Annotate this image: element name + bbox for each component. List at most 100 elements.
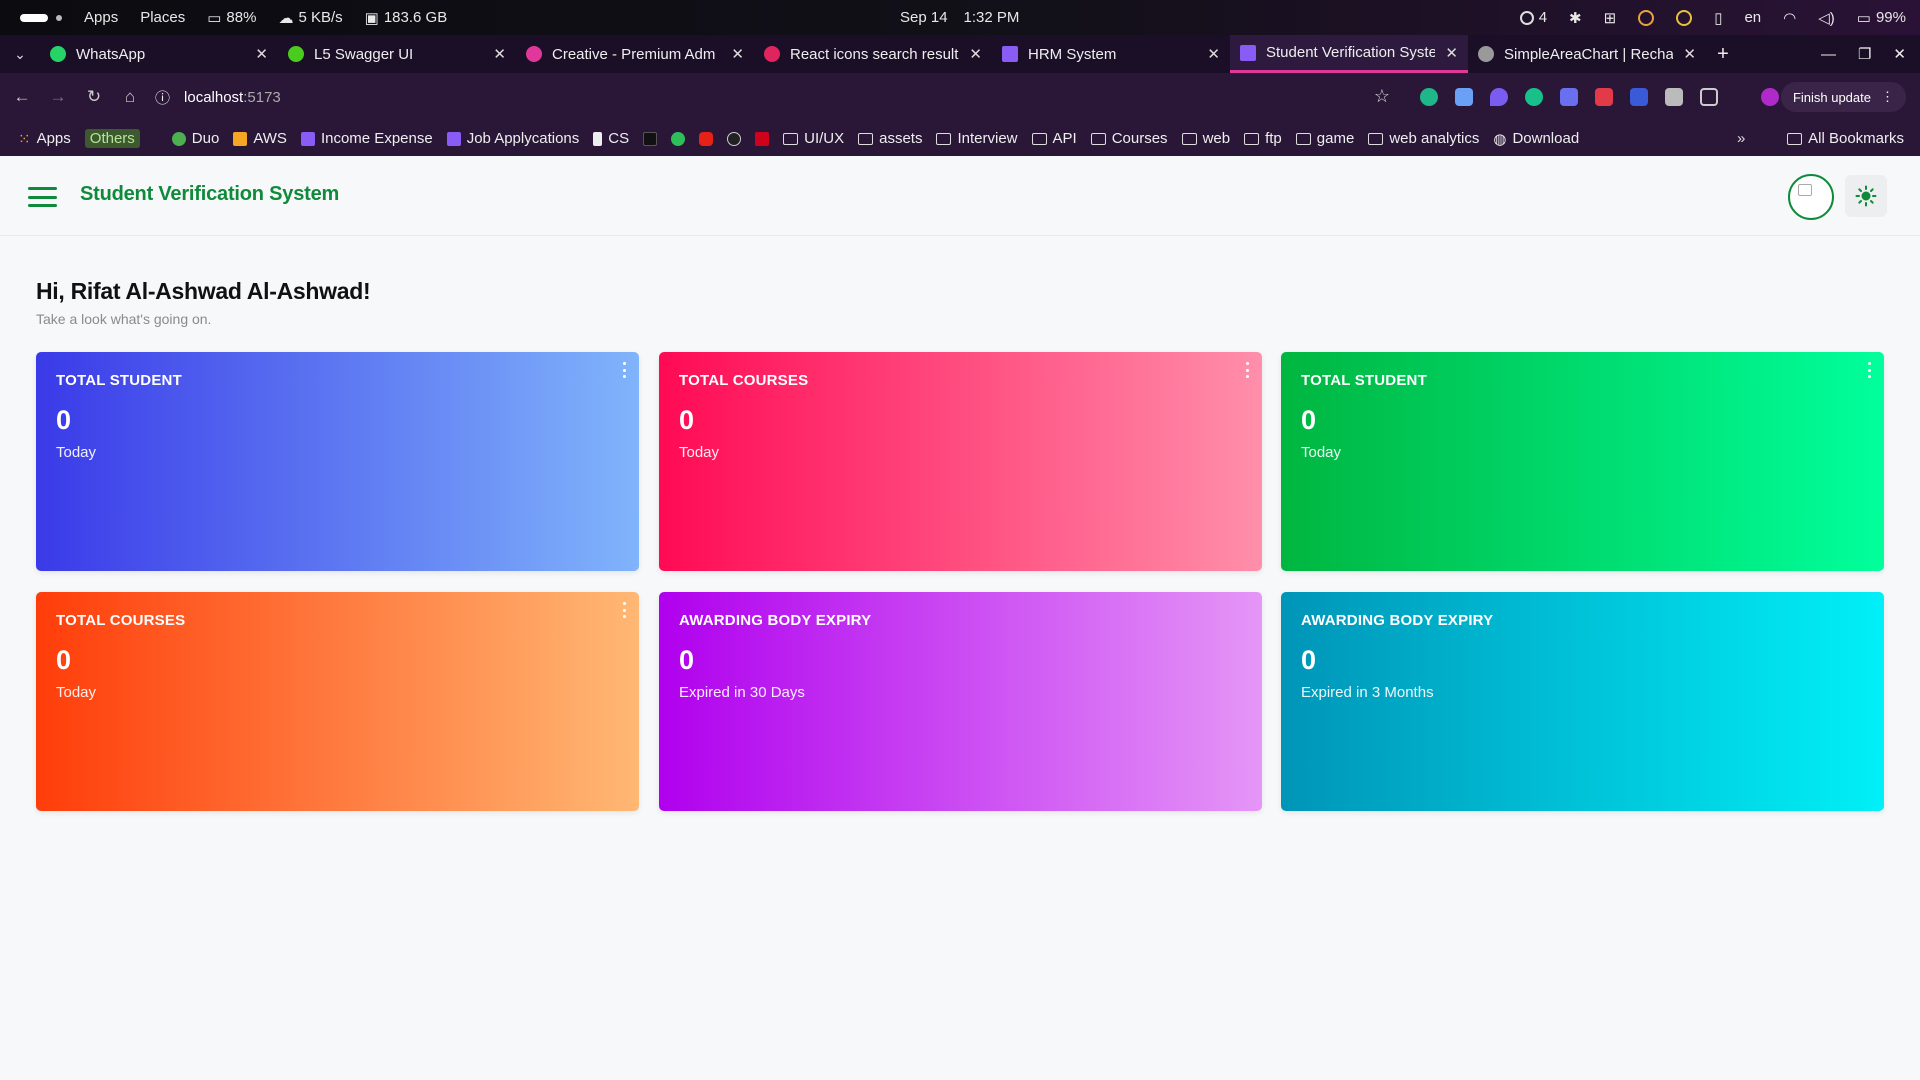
extension-icon[interactable] [1525, 88, 1543, 106]
extension-icon[interactable] [1420, 88, 1438, 106]
finish-update-button[interactable]: Finish update ⋮ [1780, 82, 1906, 112]
card-menu-icon[interactable] [1868, 362, 1872, 378]
tab-simpleareachart[interactable]: SimpleAreaChart | Recha ✕ [1468, 35, 1706, 73]
bookmark-youtube-icon[interactable] [699, 131, 714, 146]
stat-card-awarding-body-3-months: AWARDING BODY EXPIRY 0 Expired in 3 Mont… [1281, 592, 1884, 811]
apps-menu[interactable]: Apps [84, 9, 118, 26]
minimize-icon[interactable]: — [1821, 46, 1836, 63]
bookmark-folder-web[interactable]: web [1181, 130, 1230, 147]
all-bookmarks[interactable]: All Bookmarks [1787, 130, 1904, 147]
tab-creative[interactable]: Creative - Premium Adm ✕ [516, 35, 754, 73]
card-value: 0 [679, 645, 695, 675]
clipboard-icon[interactable]: ▯ [1714, 9, 1722, 27]
info-icon [1519, 10, 1534, 25]
close-icon[interactable]: ✕ [731, 45, 744, 63]
disk-value: 183.6 GB [383, 9, 448, 26]
tab-student-verification[interactable]: Student Verification Syste ✕ [1230, 35, 1468, 73]
tab-label: React icons search result [790, 45, 959, 63]
extension-icon[interactable] [1595, 88, 1613, 106]
window-close-icon[interactable]: ✕ [1893, 45, 1906, 63]
close-icon[interactable]: ✕ [1683, 45, 1696, 63]
app-header: Student Verification System [0, 156, 1920, 236]
close-icon[interactable]: ✕ [1445, 44, 1458, 62]
close-icon[interactable]: ✕ [493, 45, 506, 63]
bookmark-star-icon[interactable]: ☆ [1374, 86, 1390, 107]
volume-icon[interactable]: ◁) [1818, 9, 1835, 27]
profile-icon[interactable] [1761, 88, 1779, 106]
bookmark-download[interactable]: ◍ Download [1493, 130, 1579, 148]
clock[interactable]: Sep 14 1:32 PM [900, 0, 1019, 35]
back-icon[interactable]: ← [4, 87, 40, 107]
bookmark-cs[interactable]: CS [593, 130, 629, 147]
bookmark-folder-web-analytics[interactable]: web analytics [1368, 130, 1479, 147]
tab-swagger[interactable]: L5 Swagger UI ✕ [278, 35, 516, 73]
tray-app-icon[interactable]: ⊞ [1604, 9, 1617, 27]
reload-icon[interactable]: ↻ [76, 87, 112, 107]
places-menu[interactable]: Places [140, 9, 185, 26]
tab-hrm[interactable]: HRM System ✕ [992, 35, 1230, 73]
extension-icon[interactable] [1490, 88, 1508, 106]
extension-icon[interactable] [1665, 88, 1683, 106]
bookmark-folder-game[interactable]: game [1295, 130, 1354, 147]
bookmark-red-icon[interactable] [755, 131, 770, 146]
tab-react-icons[interactable]: React icons search result ✕ [754, 35, 992, 73]
close-icon[interactable]: ✕ [1207, 45, 1220, 63]
card-menu-icon[interactable] [1246, 362, 1250, 378]
bookmark-aws[interactable]: AWS [233, 130, 287, 147]
tab-search-icon[interactable]: ⌄ [0, 35, 40, 73]
tab-label: SimpleAreaChart | Recha [1504, 45, 1674, 63]
os-top-bar: Apps Places ▭ 88% ☁ 5 KB/s ▣ 183.6 GB Sep 1… [0, 0, 1920, 35]
folder-icon [1090, 132, 1106, 145]
battery-status[interactable]: ▭ 99% [1857, 9, 1906, 27]
bookmark-medium-icon[interactable] [643, 131, 658, 146]
bluetooth-icon[interactable]: ✱ [1569, 9, 1582, 27]
bookmarks-overflow-button[interactable]: » [1737, 130, 1745, 147]
bookmark-d-icon[interactable] [727, 131, 742, 146]
new-tab-button[interactable]: + [1706, 35, 1740, 73]
extensions-puzzle-icon[interactable] [1700, 88, 1718, 106]
site-info-icon[interactable]: ⓘ [155, 87, 170, 108]
extension-icon[interactable] [1630, 88, 1648, 106]
close-icon[interactable]: ✕ [255, 45, 268, 63]
bookmark-job-applycations[interactable]: Job Applycations [446, 130, 579, 147]
bookmark-income-expense[interactable]: Income Expense [300, 130, 433, 147]
chrome-icon[interactable] [1638, 9, 1655, 26]
wifi-icon[interactable]: ◠ [1783, 9, 1796, 27]
tray-extension-icon[interactable] [1676, 9, 1693, 26]
whatsapp-icon [50, 46, 66, 62]
extension-icon[interactable] [1560, 88, 1578, 106]
bookmark-duo[interactable]: Duo [171, 130, 219, 147]
menu-toggle-icon[interactable] [28, 187, 57, 207]
language[interactable]: en [1744, 9, 1761, 26]
bookmark-label: Apps [36, 130, 71, 147]
bookmark-label: Interview [957, 130, 1018, 147]
card-title: AWARDING BODY EXPIRY [1301, 612, 1494, 629]
bookmark-folder-courses[interactable]: Courses [1090, 130, 1168, 147]
workspace-indicator[interactable] [20, 13, 62, 22]
notifications[interactable]: 4 [1519, 9, 1547, 26]
forward-icon[interactable]: → [40, 87, 76, 107]
bookmark-folder-api[interactable]: API [1031, 130, 1077, 147]
card-menu-icon[interactable] [623, 362, 627, 378]
restore-icon[interactable]: ❐ [1858, 45, 1871, 63]
card-subtitle: Today [56, 684, 97, 701]
avatar[interactable] [1788, 174, 1834, 220]
bookmark-green-icon[interactable] [671, 131, 686, 146]
card-menu-icon[interactable] [623, 602, 627, 618]
close-icon[interactable]: ✕ [969, 45, 982, 63]
bookmark-apps[interactable]: ⁙ Apps [18, 130, 71, 148]
stat-card-total-courses: TOTAL COURSES 0 Today [659, 352, 1262, 571]
home-icon[interactable]: ⌂ [112, 87, 148, 107]
tab-whatsapp[interactable]: WhatsApp ✕ [40, 35, 278, 73]
bookmark-folder-uiux[interactable]: UI/UX [783, 130, 844, 147]
theme-toggle-button[interactable] [1845, 175, 1887, 217]
bookmark-others-chip[interactable]: Others [84, 129, 140, 148]
bookmark-folder-interview[interactable]: Interview [936, 130, 1018, 147]
extension-icon[interactable] [1455, 88, 1473, 106]
bookmark-folder-assets[interactable]: assets [858, 130, 922, 147]
url-input[interactable]: ⓘ localhost:5173 ☆ [155, 81, 1400, 113]
network-speed: ☁ 5 KB/s [278, 9, 342, 27]
time: 1:32 PM [963, 9, 1020, 26]
card-subtitle: Expired in 3 Months [1301, 684, 1434, 701]
bookmark-folder-ftp[interactable]: ftp [1244, 130, 1282, 147]
